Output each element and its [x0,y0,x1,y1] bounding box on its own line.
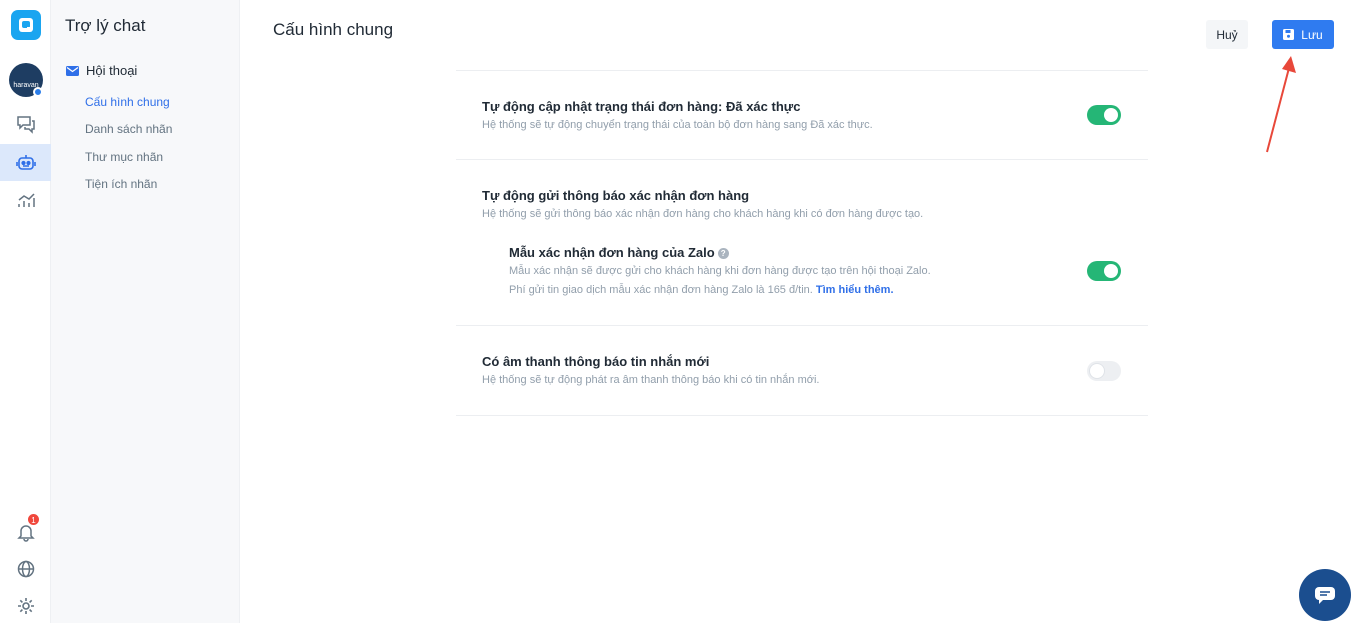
icon-rail: haravan 1 [0,0,51,623]
toggle-knob [1104,264,1118,278]
subnav-item-label-utilities[interactable]: Tiện ích nhãn [85,177,157,191]
annotation-arrow [1266,56,1296,153]
setting-title-zalo-template: Mẫu xác nhận đơn hàng của Zalo? [509,245,729,260]
subnav-item-label-folders[interactable]: Thư mục nhãn [85,150,163,164]
divider [456,70,1148,71]
save-button[interactable]: Lưu [1272,20,1334,49]
subnav-group-conversations[interactable]: Hội thoại [66,63,137,78]
analytics-icon[interactable] [0,181,51,218]
avatar-status-badge [33,87,43,97]
help-icon[interactable]: ? [717,248,729,259]
page-title: Cấu hình chung [273,20,394,39]
divider [456,159,1148,160]
save-icon [1283,29,1295,40]
app-title: Trợ lý chat [65,16,146,35]
gear-icon[interactable] [0,587,51,624]
globe-icon[interactable] [0,550,51,587]
chat-bubble-icon [1315,587,1335,604]
toggle-new-message-sound[interactable] [1087,361,1121,381]
divider [456,415,1148,416]
sub-navigation: Trợ lý chat Hội thoại Cấu hình chung Dan… [51,0,240,623]
setting-desc-auto-verify: Hệ thống sẽ tự động chuyển trạng thái củ… [482,119,873,131]
toggle-zalo-template[interactable] [1087,261,1121,281]
setting-desc-new-message-sound: Hệ thống sẽ tự động phát ra âm thanh thô… [482,374,820,386]
chat-support-button[interactable] [1299,569,1351,621]
mail-icon [66,65,79,76]
chat-icon[interactable] [0,105,51,142]
setting-title-new-message-sound: Có âm thanh thông báo tin nhắn mới [482,354,710,369]
bell-icon[interactable] [0,513,51,550]
zalo-fee-text: Phí gửi tin giao dịch mẫu xác nhận đơn h… [509,284,813,296]
notification-count-badge: 1 [27,513,40,526]
app-logo-icon[interactable] [11,10,41,40]
toggle-auto-verify[interactable] [1087,105,1121,125]
subnav-item-label-list[interactable]: Danh sách nhãn [85,122,172,136]
subnav-group-label: Hội thoại [86,63,138,78]
zalo-template-title-text: Mẫu xác nhận đơn hàng của Zalo [509,245,715,260]
divider [456,325,1148,326]
toggle-knob [1104,108,1118,122]
setting-title-auto-verify: Tự động cập nhật trạng thái đơn hàng: Đã… [482,99,801,114]
bot-icon[interactable] [0,144,51,181]
setting-desc-zalo-template: Mẫu xác nhận sẽ được gửi cho khách hàng … [509,265,931,277]
toggle-knob [1090,364,1104,378]
save-button-label: Lưu [1301,27,1323,42]
cancel-button[interactable]: Huỷ [1206,20,1248,49]
setting-fee-zalo-template: Phí gửi tin giao dịch mẫu xác nhận đơn h… [509,284,894,296]
learn-more-link[interactable]: Tìm hiểu thêm. [816,284,894,296]
setting-desc-order-confirmation: Hệ thống sẽ gửi thông báo xác nhận đơn h… [482,208,924,220]
subnav-item-general-config[interactable]: Cấu hình chung [85,95,170,109]
setting-title-order-confirmation: Tự động gửi thông báo xác nhận đơn hàng [482,188,750,203]
